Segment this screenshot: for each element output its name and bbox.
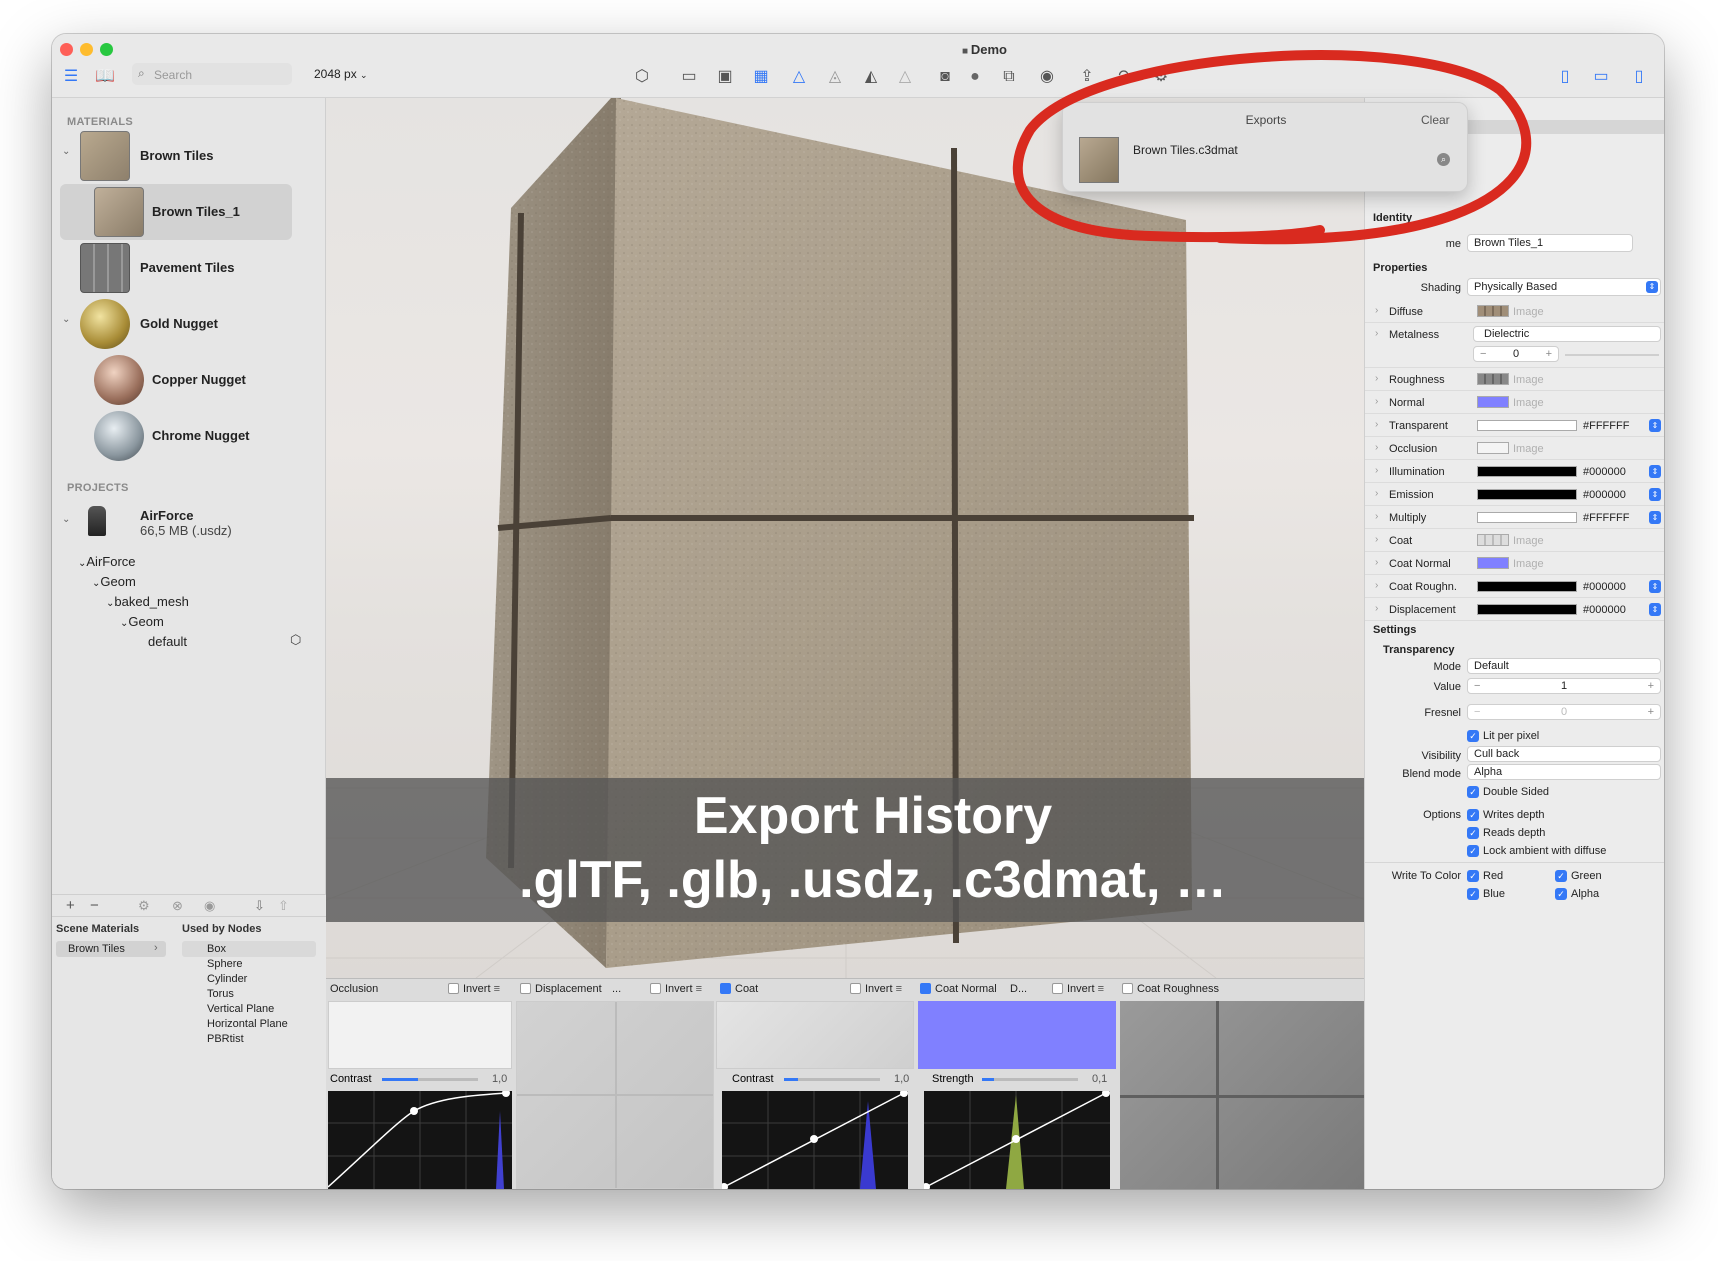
annotation-circle [1012,50,1532,245]
